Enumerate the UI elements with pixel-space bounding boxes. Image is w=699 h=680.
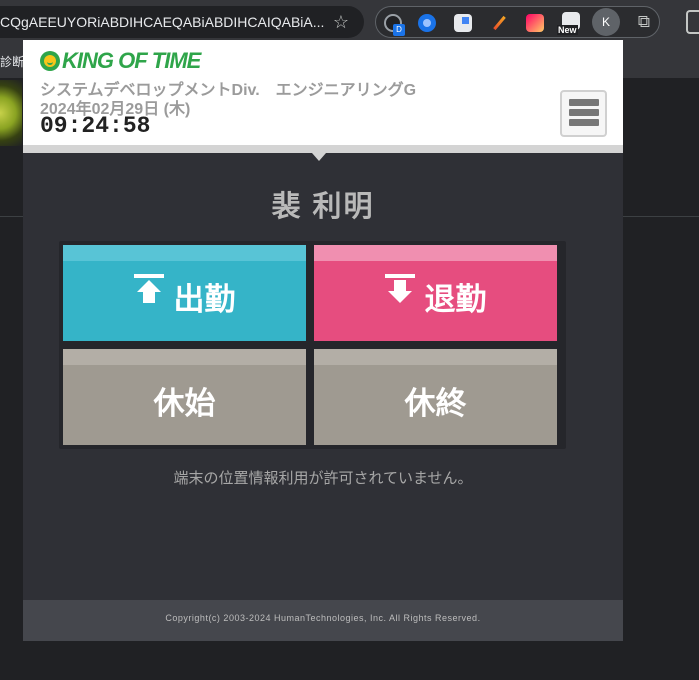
menu-bar (569, 99, 599, 106)
page-thumbnail (0, 80, 22, 146)
menu-bar (569, 119, 599, 126)
button-highlight (314, 349, 557, 365)
screenshot-extension-icon[interactable] (454, 14, 472, 32)
copyright-text: Copyright(c) 2003-2024 HumanTechnologies… (165, 613, 481, 623)
eye-extension-icon[interactable] (418, 14, 436, 32)
king-of-time-logo: KING OF TIME (40, 48, 201, 73)
clock-out-label: 退勤 (424, 281, 487, 317)
star-icon[interactable]: ☆ (330, 11, 352, 33)
clock-in-button[interactable]: 出勤 (63, 245, 306, 341)
clock-in-label: 出勤 (173, 281, 236, 317)
profile-avatar[interactable]: K (592, 8, 620, 36)
arrow-up-icon (133, 274, 164, 306)
button-highlight (314, 245, 557, 261)
url-text[interactable]: CQgAEEUYORiABDIHCAEQABiABDIHCAIQABiA... (0, 14, 325, 30)
user-name: 裴 利明 (271, 191, 375, 223)
color-extension-icon[interactable] (526, 14, 544, 32)
extension-icon[interactable]: D (384, 14, 405, 36)
extensions-puzzle-icon[interactable]: ⧉ (632, 10, 656, 34)
king-of-time-popup: KING OF TIME システムデベロップメントDiv. エンジニアリングG … (23, 40, 623, 641)
side-panel-icon[interactable] (686, 10, 699, 34)
popup-header: KING OF TIME システムデベロップメントDiv. エンジニアリングG … (23, 40, 623, 145)
break-start-button[interactable]: 休始 (63, 349, 306, 445)
break-end-label: 休終 (404, 385, 467, 421)
logo-text: KING OF TIME (62, 48, 201, 73)
location-permission-notice: 端末の位置情報利用が許可されていません。 (173, 470, 473, 487)
header-pointer (305, 145, 333, 161)
break-start-label: 休始 (153, 385, 216, 421)
button-highlight (63, 245, 306, 261)
popup-footer: Copyright(c) 2003-2024 HumanTechnologies… (23, 600, 623, 641)
clock-out-button[interactable]: 退勤 (314, 245, 557, 341)
extension-badge: D (393, 24, 405, 36)
logo-mascot-icon (40, 51, 60, 71)
hamburger-menu-icon[interactable] (560, 90, 607, 137)
button-highlight (63, 349, 306, 365)
break-end-button[interactable]: 休終 (314, 349, 557, 445)
browser-toolbar: CQgAEEUYORiABDIHCAEQABiABDIHCAIQABiA... … (0, 0, 699, 44)
bookmark-item[interactable]: 診断 (0, 53, 24, 70)
new-badge: New (557, 25, 578, 35)
menu-bar (569, 109, 599, 116)
current-time: 09:24:58 (40, 113, 151, 139)
timecard-button-grid: 出勤 退勤 休始 休終 (59, 241, 566, 449)
arrow-down-icon (384, 274, 415, 306)
address-bar[interactable]: CQgAEEUYORiABDIHCAEQABiABDIHCAIQABiA... … (0, 6, 364, 38)
pen-extension-icon[interactable] (490, 14, 508, 32)
